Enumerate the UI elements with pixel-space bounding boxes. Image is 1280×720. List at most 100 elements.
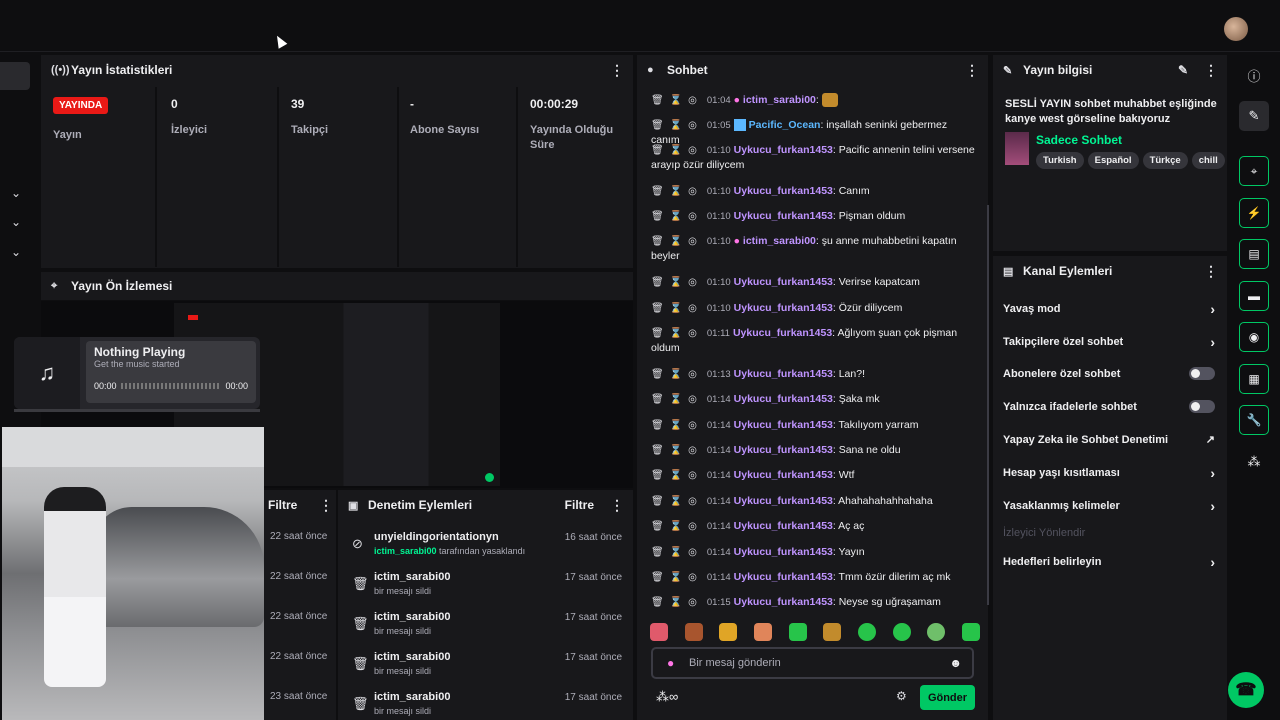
chat-username[interactable]: Uykucu_furkan1453 bbox=[734, 185, 833, 197]
filter-label[interactable]: Filtre bbox=[268, 498, 297, 512]
mod-target[interactable]: unyieldingorientationyn bbox=[374, 531, 499, 543]
moderation-row[interactable]: 🗑 ictim_sarabi00 bir mesajı sildi 17 saa… bbox=[338, 568, 633, 608]
mod-icons[interactable]: 🗑⌛◎ bbox=[651, 597, 703, 608]
tag[interactable]: Turkish bbox=[1036, 152, 1084, 169]
chat-message[interactable]: 🗑⌛◎ 01:13 Uykucu_furkan1453: Lan?! bbox=[651, 367, 976, 382]
chat-username[interactable]: Uykucu_furkan1453 bbox=[734, 368, 833, 380]
chat-username[interactable]: Uykucu_furkan1453 bbox=[734, 444, 833, 456]
emote-icon[interactable] bbox=[961, 623, 980, 641]
emote-icon[interactable] bbox=[788, 623, 807, 641]
chat-username[interactable]: Uykucu_furkan1453 bbox=[733, 327, 832, 339]
mod-icons[interactable]: 🗑⌛◎ bbox=[651, 145, 703, 156]
mod-icons[interactable]: 🗑⌛◎ bbox=[651, 120, 703, 131]
chat-message[interactable]: 🗑⌛◎ 01:10 Uykucu_furkan1453: Pacific annen… bbox=[651, 143, 976, 173]
toggle-switch[interactable] bbox=[1189, 367, 1215, 380]
category-link[interactable]: Sadece Sohbet bbox=[1036, 133, 1122, 147]
mic-badge-icon[interactable]: ● bbox=[667, 656, 674, 670]
emote-icon[interactable] bbox=[753, 623, 772, 641]
mod-icons[interactable]: 🗑⌛◎ bbox=[651, 420, 703, 431]
capture-icon[interactable]: ⌖ bbox=[1239, 156, 1269, 186]
mod-icons[interactable]: 🗑⌛◎ bbox=[651, 95, 703, 106]
chat-message[interactable]: 🗑⌛◎ 01:14 Uykucu_furkan1453: Takılıyom yar… bbox=[651, 418, 976, 433]
mod-icons[interactable]: 🗑⌛◎ bbox=[651, 572, 703, 583]
chat-input[interactable]: ● Bir mesaj gönderin ☻ bbox=[651, 647, 974, 679]
chat-message[interactable]: 🗑⌛◎ 01:15 Uykucu_furkan1453: Neyse sg uğra… bbox=[651, 595, 976, 610]
chat-message[interactable]: 🗑⌛◎ 01:10 Uykucu_furkan1453: Özür diliycem bbox=[651, 301, 976, 316]
emote-icon[interactable] bbox=[927, 623, 946, 641]
chat-message[interactable]: 🗑⌛◎ 01:14 Uykucu_furkan1453: Aç aç bbox=[651, 519, 976, 534]
moderation-row[interactable]: ⊘ unyieldingorientationyn ictim_sarabi00… bbox=[338, 528, 633, 568]
chat-message[interactable]: 🗑⌛◎ 01:10 Uykucu_furkan1453: Pişman oldum bbox=[651, 209, 976, 224]
chat-username[interactable]: Uykucu_furkan1453 bbox=[734, 571, 833, 583]
edit-icon[interactable]: ✎ bbox=[1239, 101, 1269, 131]
chat-message[interactable]: 🗑⌛◎ 01:14 Uykucu_furkan1453: Sana ne oldu bbox=[651, 443, 976, 458]
emote-icon[interactable] bbox=[892, 623, 911, 641]
mod-icons[interactable]: 🗑⌛◎ bbox=[651, 236, 703, 247]
mod-target[interactable]: ictim_sarabi00 bbox=[374, 651, 450, 663]
chat-username[interactable]: Uykucu_furkan1453 bbox=[734, 520, 833, 532]
mod-actor[interactable]: ictim_sarabi00 bbox=[374, 546, 437, 556]
points-icon[interactable]: ⁂∞ bbox=[656, 689, 678, 705]
left-nav-selected[interactable] bbox=[0, 62, 30, 90]
more-options-icon[interactable]: ⋮ bbox=[1204, 62, 1218, 79]
chevron-down-icon[interactable]: ⌄ bbox=[11, 186, 21, 200]
chat-message[interactable]: 🗑⌛◎ 01:04 ● ictim_sarabi00: bbox=[651, 93, 976, 108]
emote-icon[interactable] bbox=[719, 623, 738, 641]
action-ai-moderation[interactable]: Yapay Zeka ile Sohbet Denetimi ↗ bbox=[1003, 433, 1215, 447]
tag[interactable]: Türkçe bbox=[1142, 152, 1188, 169]
tag[interactable]: Español bbox=[1087, 152, 1139, 169]
chat-username[interactable]: ictim_sarabi00 bbox=[743, 235, 816, 247]
emoji-icon[interactable]: ☻ bbox=[949, 656, 962, 670]
emote-icon[interactable] bbox=[684, 623, 703, 641]
broadcast-icon[interactable]: ◉ bbox=[1239, 322, 1269, 352]
more-options-icon[interactable]: ⋮ bbox=[610, 62, 624, 79]
moderation-row[interactable]: 🗑 ictim_sarabi00 bir mesajı sildi 17 saa… bbox=[338, 648, 633, 688]
tag[interactable]: chill bbox=[1191, 152, 1225, 169]
layout-icon[interactable]: ▦ bbox=[1239, 364, 1269, 394]
action-goals[interactable]: Hedefleri belirleyin › bbox=[1003, 554, 1215, 570]
chat-message[interactable]: 🗑⌛◎ 01:10 Uykucu_furkan1453: Canım bbox=[651, 184, 976, 199]
mod-icons[interactable]: 🗑⌛◎ bbox=[651, 521, 703, 532]
mod-icons[interactable]: 🗑⌛◎ bbox=[651, 303, 703, 314]
moderation-row[interactable]: 🗑 ictim_sarabi00 bir mesajı sildi 17 saa… bbox=[338, 688, 633, 720]
category-thumbnail[interactable] bbox=[1005, 132, 1029, 165]
moderation-row[interactable]: 🗑 ictim_sarabi00 bir mesajı sildi 17 saa… bbox=[338, 608, 633, 648]
chevron-down-icon[interactable]: ⌄ bbox=[11, 215, 21, 229]
more-options-icon[interactable]: ⋮ bbox=[319, 497, 333, 514]
chat-message[interactable]: 🗑⌛◎ 01:14 Uykucu_furkan1453: Wtf bbox=[651, 468, 976, 483]
chat-message[interactable]: 🗑⌛◎ 01:14 Uykucu_furkan1453: Tmm özür dile… bbox=[651, 570, 976, 585]
chat-username[interactable]: ictim_sarabi00 bbox=[743, 94, 816, 106]
mod-icons[interactable]: 🗑⌛◎ bbox=[651, 445, 703, 456]
more-options-icon[interactable]: ⋮ bbox=[1204, 263, 1218, 280]
mod-icons[interactable]: 🗑⌛◎ bbox=[651, 369, 703, 380]
chat-message[interactable]: 🗑⌛◎ 01:11 Uykucu_furkan1453: Ağlıyom şuan … bbox=[651, 326, 976, 356]
mod-icons[interactable]: 🗑⌛◎ bbox=[651, 186, 703, 197]
mod-icons[interactable]: 🗑⌛◎ bbox=[651, 394, 703, 405]
emote-icon[interactable] bbox=[650, 623, 668, 641]
chat-icon[interactable]: ▬ bbox=[1239, 281, 1269, 311]
chat-username[interactable]: Uykucu_furkan1453 bbox=[734, 276, 833, 288]
chat-username[interactable]: Uykucu_furkan1453 bbox=[734, 546, 833, 558]
lightning-icon[interactable]: ⚡ bbox=[1239, 198, 1269, 228]
action-account-age[interactable]: Hesap yaşı kısıtlaması › bbox=[1003, 465, 1215, 481]
action-slow-mode[interactable]: Yavaş mod › bbox=[1003, 301, 1215, 317]
chat-username[interactable]: Uykucu_furkan1453 bbox=[734, 495, 833, 507]
chevron-down-icon[interactable]: ⌄ bbox=[11, 245, 21, 259]
mod-icons[interactable]: 🗑⌛◎ bbox=[651, 496, 703, 507]
chat-scrollbar[interactable] bbox=[987, 205, 989, 605]
mod-icons[interactable]: 🗑⌛◎ bbox=[651, 277, 703, 288]
action-followers-only[interactable]: Takipçilere özel sohbet › bbox=[1003, 334, 1215, 350]
clipboard-icon[interactable]: ▤ bbox=[1239, 239, 1269, 269]
wrench-icon[interactable]: 🔧 bbox=[1239, 405, 1269, 435]
mod-icons[interactable]: 🗑⌛◎ bbox=[651, 547, 703, 558]
toggle-switch[interactable] bbox=[1189, 400, 1215, 413]
mod-icons[interactable]: 🗑⌛◎ bbox=[651, 328, 703, 339]
music-progress-bar[interactable] bbox=[120, 383, 222, 389]
emote-icon[interactable] bbox=[823, 623, 842, 641]
chat-username[interactable]: Uykucu_furkan1453 bbox=[734, 302, 833, 314]
mod-target[interactable]: ictim_sarabi00 bbox=[374, 571, 450, 583]
action-banned-words[interactable]: Yasaklanmış kelimeler › bbox=[1003, 498, 1215, 514]
chat-message[interactable]: 🗑⌛◎ 01:14 Uykucu_furkan1453: Şaka mk bbox=[651, 392, 976, 407]
chat-message[interactable]: 🗑⌛◎ 01:14 Uykucu_furkan1453: Ahahahahahhah… bbox=[651, 494, 976, 509]
send-button[interactable]: Gönder bbox=[920, 685, 975, 710]
